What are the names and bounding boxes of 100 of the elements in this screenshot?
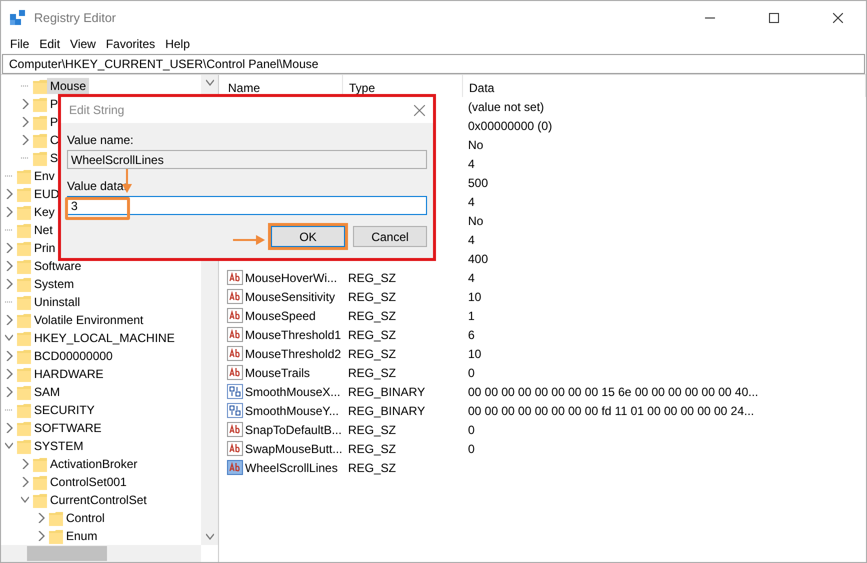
tree-item[interactable]: HARDWARE <box>31 366 107 382</box>
tree-item[interactable]: BCD00000000 <box>31 348 116 364</box>
value-type: REG_BINARY <box>348 384 426 398</box>
expand-icon[interactable] <box>5 315 13 325</box>
tree-item[interactable]: C <box>47 132 62 148</box>
tree-item[interactable]: Control <box>63 510 108 526</box>
value-data-field[interactable]: 3 <box>67 196 427 215</box>
tree-item[interactable]: HKEY_LOCAL_MACHINE <box>31 330 178 346</box>
expand-icon[interactable] <box>21 135 29 145</box>
folder-icon <box>17 294 31 310</box>
expand-icon[interactable] <box>5 261 13 271</box>
tree-item[interactable]: Volatile Environment <box>31 312 146 328</box>
tree-item[interactable]: Env <box>31 168 58 184</box>
ok-button[interactable]: OK <box>271 226 345 247</box>
value-data: 6 <box>468 328 475 342</box>
tree-item[interactable]: EUD <box>31 186 62 202</box>
value-data: No <box>468 138 484 152</box>
tree-item[interactable]: ControlSet001 <box>47 474 130 490</box>
tree-item[interactable]: Software <box>31 258 84 274</box>
expand-icon[interactable] <box>37 513 45 523</box>
expand-icon[interactable] <box>5 279 13 289</box>
value-data: No <box>468 214 484 228</box>
folder-icon <box>17 384 31 400</box>
tree-item[interactable]: SAM <box>31 384 64 400</box>
cancel-button[interactable]: Cancel <box>353 226 427 247</box>
folder-icon <box>17 330 31 346</box>
binary-value-icon <box>227 403 243 418</box>
folder-icon <box>17 240 31 256</box>
string-value-icon <box>227 270 243 285</box>
string-value-icon <box>227 365 243 380</box>
value-name[interactable]: SwapMouseButt... <box>245 442 342 456</box>
expand-icon[interactable] <box>5 351 13 361</box>
value-type: REG_SZ <box>348 290 396 304</box>
tree-item[interactable]: System <box>31 276 78 292</box>
tree-item[interactable]: Net <box>31 222 56 238</box>
folder-icon <box>17 276 31 292</box>
value-data: 4 <box>468 232 475 246</box>
value-name[interactable]: MouseTrails <box>245 366 310 380</box>
horizontal-scrollbar[interactable] <box>1 545 201 562</box>
expand-icon[interactable] <box>5 189 13 199</box>
tree-item[interactable]: Key <box>31 204 58 220</box>
tree-item[interactable]: Uninstall <box>31 294 84 310</box>
dialog-title: Edit String <box>69 103 124 117</box>
string-value-icon <box>227 289 243 304</box>
expand-icon[interactable] <box>5 207 13 217</box>
folder-icon <box>17 186 31 202</box>
expand-icon[interactable] <box>37 531 45 541</box>
tree-item[interactable]: SOFTWARE <box>31 420 105 436</box>
value-name[interactable]: MouseThreshold2 <box>245 346 342 360</box>
tree-item[interactable]: P <box>47 114 62 130</box>
collapse-icon[interactable] <box>5 333 13 343</box>
maximize-icon[interactable] <box>769 12 779 22</box>
tree-item[interactable]: ActivationBroker <box>47 456 140 472</box>
folder-icon <box>17 204 31 220</box>
tree-item[interactable]: SECURITY <box>31 402 98 418</box>
folder-icon <box>33 150 47 166</box>
value-name[interactable]: SnapToDefaultB... <box>245 422 342 436</box>
value-name[interactable]: MouseHoverWi... <box>245 270 338 284</box>
menu-item[interactable]: Favorites <box>100 37 160 51</box>
tree-item[interactable]: S <box>47 150 62 166</box>
expand-icon[interactable] <box>5 423 13 433</box>
tree-item[interactable]: P <box>47 96 62 112</box>
value-name[interactable]: MouseSensitivity <box>245 290 336 304</box>
value-name[interactable]: SmoothMouseX... <box>245 384 340 398</box>
value-name-field[interactable]: WheelScrollLines <box>67 150 427 169</box>
value-data: 1 <box>468 308 475 322</box>
value-name[interactable]: SmoothMouseY... <box>245 404 339 418</box>
menu-item[interactable]: File <box>5 37 34 51</box>
column-header[interactable]: Data <box>463 75 866 97</box>
menu-item[interactable]: View <box>65 37 101 51</box>
close-icon[interactable] <box>833 12 843 22</box>
expand-icon[interactable] <box>5 387 13 397</box>
tree-item[interactable]: CurrentControlSet <box>47 492 150 508</box>
collapse-icon[interactable] <box>5 441 13 451</box>
folder-icon <box>33 474 47 490</box>
string-value-icon <box>227 346 243 361</box>
binary-value-icon <box>227 384 243 399</box>
expand-icon[interactable] <box>21 459 29 469</box>
expand-icon[interactable] <box>21 117 29 127</box>
folder-icon <box>17 402 31 418</box>
address-bar[interactable]: Computer\HKEY_CURRENT_USER\Control Panel\Mouse <box>2 54 865 74</box>
value-name[interactable]: MouseThreshold1 <box>245 328 342 342</box>
expand-icon[interactable] <box>5 243 13 253</box>
value-name[interactable]: WheelScrollLines <box>245 460 338 474</box>
expand-icon[interactable] <box>5 369 13 379</box>
folder-icon <box>33 78 47 94</box>
tree-item[interactable]: SYSTEM <box>31 438 86 454</box>
folder-icon <box>17 420 31 436</box>
menu-item[interactable]: Edit <box>34 37 66 51</box>
menu-item[interactable]: Help <box>160 37 195 51</box>
collapse-icon[interactable] <box>21 495 29 505</box>
expand-icon[interactable] <box>21 477 29 487</box>
tree-item[interactable]: Prin <box>31 240 58 256</box>
value-name[interactable]: MouseSpeed <box>245 308 316 322</box>
collapse-icon[interactable] <box>206 78 214 88</box>
tree-item[interactable]: Mouse <box>47 78 90 94</box>
expand-icon[interactable] <box>21 99 29 109</box>
value-type: REG_SZ <box>348 422 396 436</box>
collapse-icon[interactable] <box>206 532 214 542</box>
tree-item[interactable]: Enum <box>63 528 100 544</box>
